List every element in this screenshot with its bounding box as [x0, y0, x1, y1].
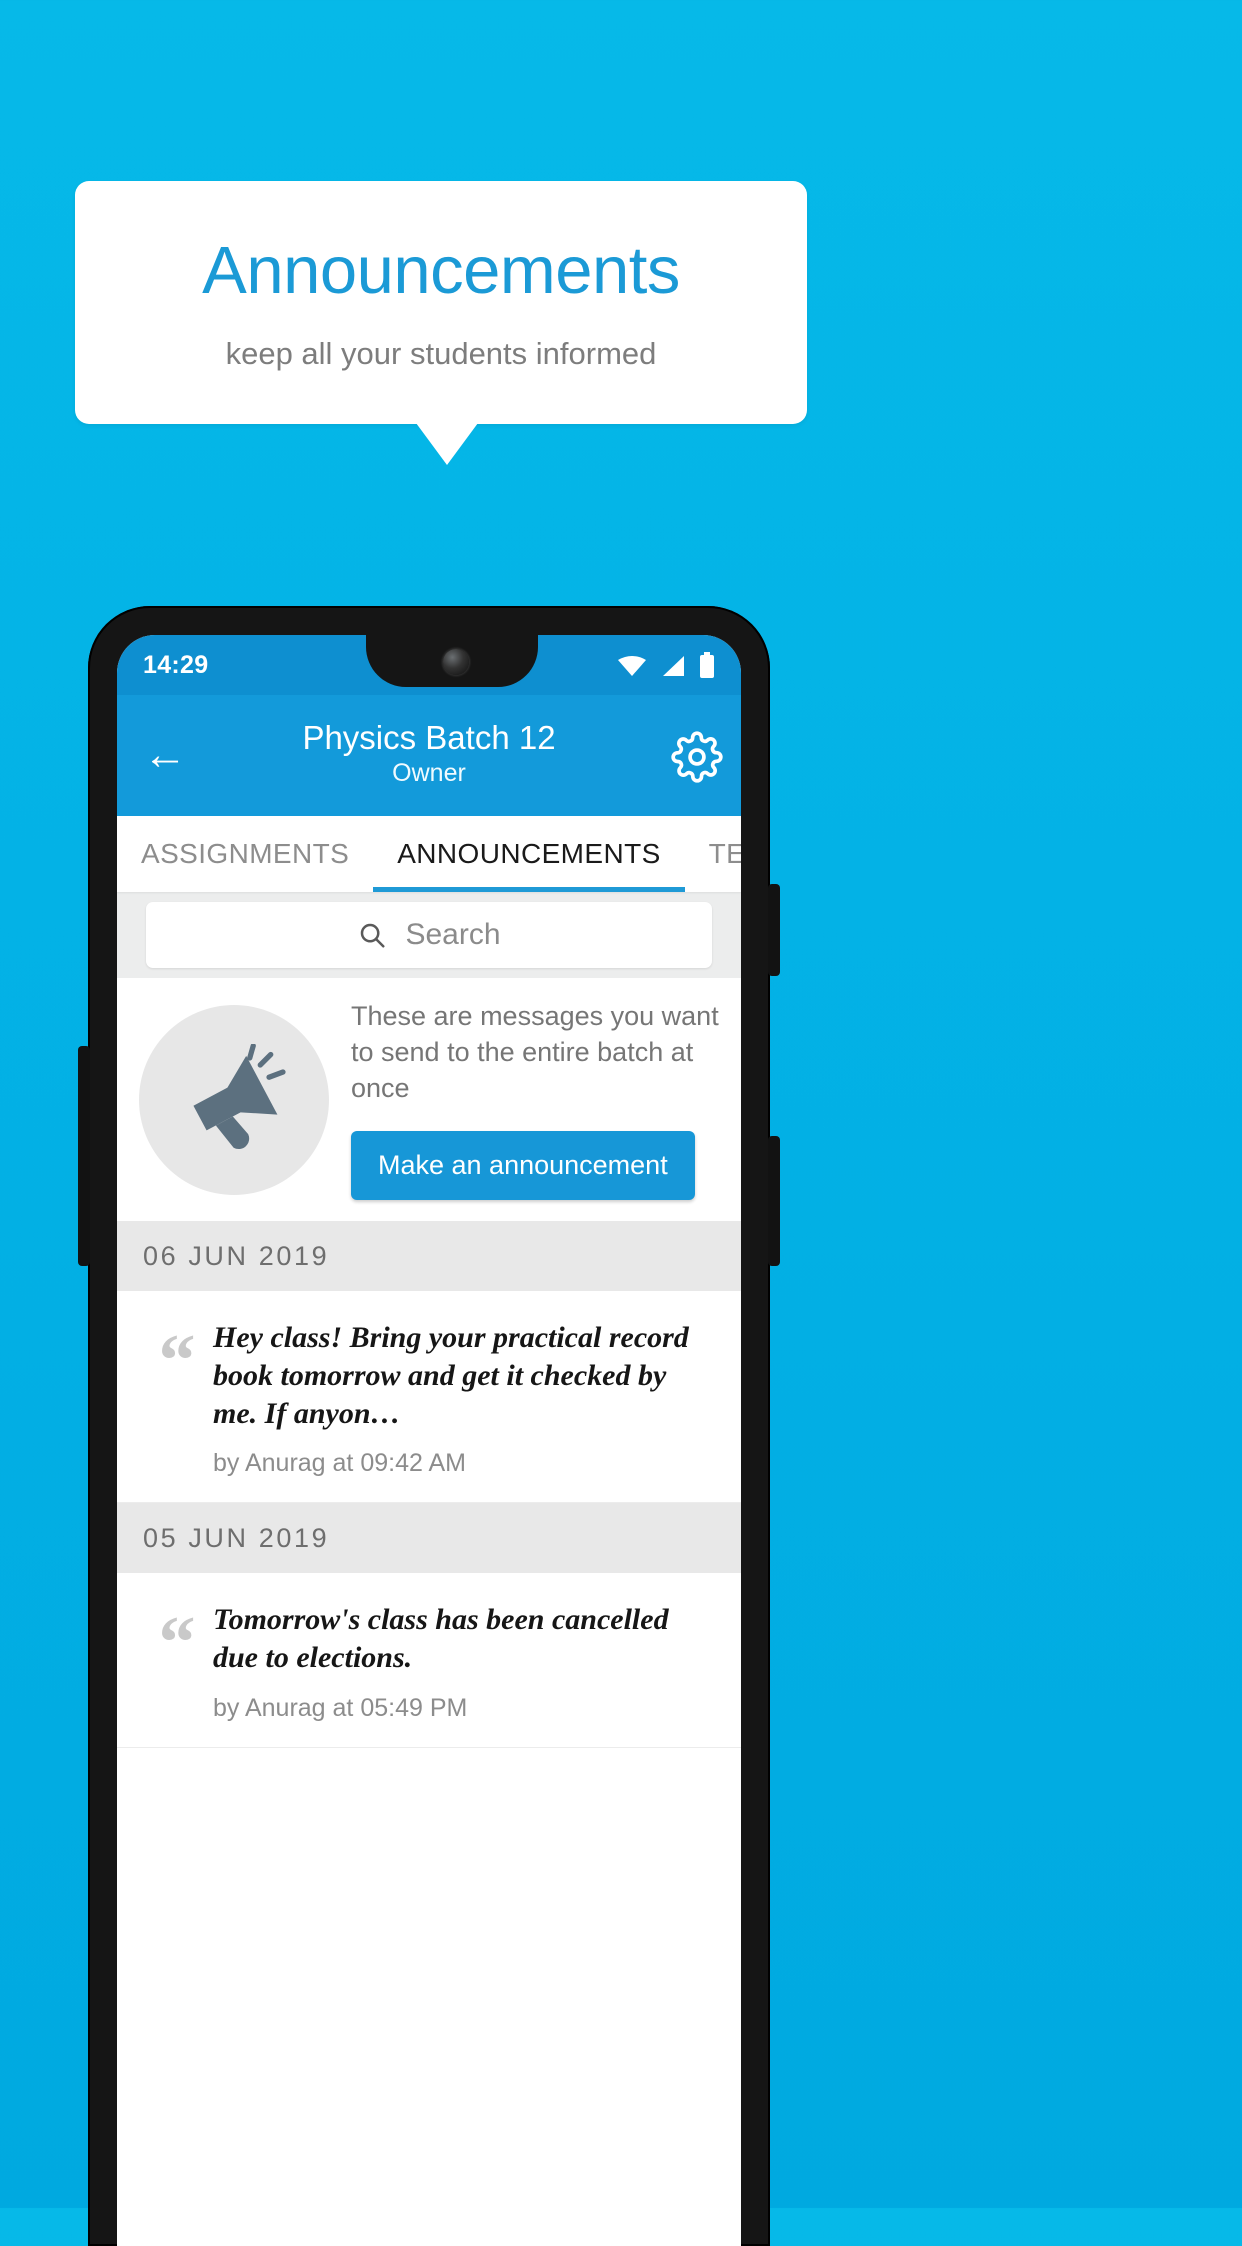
phone-notch: [366, 635, 538, 687]
front-camera-icon: [443, 649, 470, 675]
announcement-meta: by Anurag at 09:42 AM: [213, 1449, 466, 1478]
phone-side-button-left: [78, 1046, 90, 1266]
promo-title: Announcements: [202, 232, 680, 308]
app-bar: ← Physics Batch 12 Owner: [117, 695, 741, 816]
tab-announcements[interactable]: ANNOUNCEMENTS: [373, 816, 686, 892]
status-clock: 14:29: [143, 650, 209, 679]
quote-icon: “: [158, 1602, 196, 1685]
announcement-text: Hey class! Bring your practical record b…: [213, 1321, 689, 1430]
wifi-icon: [618, 656, 646, 676]
promo-subtitle: keep all your students informed: [225, 335, 657, 371]
promo-card-tail: [416, 423, 478, 465]
tab-tests[interactable]: TESTS: [685, 816, 741, 892]
tab-assignments[interactable]: ASSIGNMENTS: [117, 816, 373, 892]
announcement-body: Hey class! Bring your practical record b…: [213, 1319, 717, 1478]
phone-mockup: 14:29 ← Physics Batch 12 Owner ASSIGNMEN…: [78, 606, 780, 2246]
announcement-promo-content: These are messages you want to send to t…: [351, 999, 719, 1200]
back-arrow-icon[interactable]: ←: [139, 733, 191, 779]
app-bar-titles: Physics Batch 12 Owner: [117, 695, 741, 816]
announcement-promo-card: These are messages you want to send to t…: [117, 978, 741, 1221]
date-header: 05 JUN 2019: [117, 1503, 741, 1574]
make-announcement-button[interactable]: Make an announcement: [351, 1130, 695, 1200]
announcement-list: 06 JUN 2019 “ Hey class! Bring your prac…: [117, 1221, 741, 1748]
phone-power-button: [768, 884, 780, 976]
quote-icon: “: [158, 1320, 196, 1402]
announcement-meta: by Anurag at 05:49 PM: [213, 1693, 468, 1722]
list-item[interactable]: “ Tomorrow's class has been cancelled du…: [117, 1573, 741, 1748]
phone-screen: 14:29 ← Physics Batch 12 Owner ASSIGNMEN…: [117, 635, 741, 2246]
status-icons: [617, 652, 715, 678]
signal-icon: [663, 656, 684, 676]
page-title: Physics Batch 12: [302, 718, 556, 756]
list-item[interactable]: “ Hey class! Bring your practical record…: [117, 1291, 741, 1504]
search-placeholder: Search: [405, 918, 501, 951]
announcement-text: Tomorrow's class has been cancelled due …: [213, 1603, 669, 1675]
announcement-body: Tomorrow's class has been cancelled due …: [213, 1601, 717, 1723]
phone-volume-button: [768, 1136, 780, 1266]
promo-card: Announcements keep all your students inf…: [75, 181, 807, 424]
tab-bar: ASSIGNMENTS ANNOUNCEMENTS TESTS V: [117, 816, 741, 892]
megaphone-icon: [139, 1004, 329, 1195]
announcement-promo-text: These are messages you want to send to t…: [351, 1001, 719, 1103]
page-subtitle: Owner: [392, 759, 466, 788]
search-area: Search: [117, 892, 741, 978]
date-header: 06 JUN 2019: [117, 1221, 741, 1291]
battery-icon: [700, 652, 714, 678]
search-icon: [361, 923, 385, 948]
gear-icon[interactable]: [671, 731, 723, 783]
search-input[interactable]: Search: [146, 902, 712, 968]
